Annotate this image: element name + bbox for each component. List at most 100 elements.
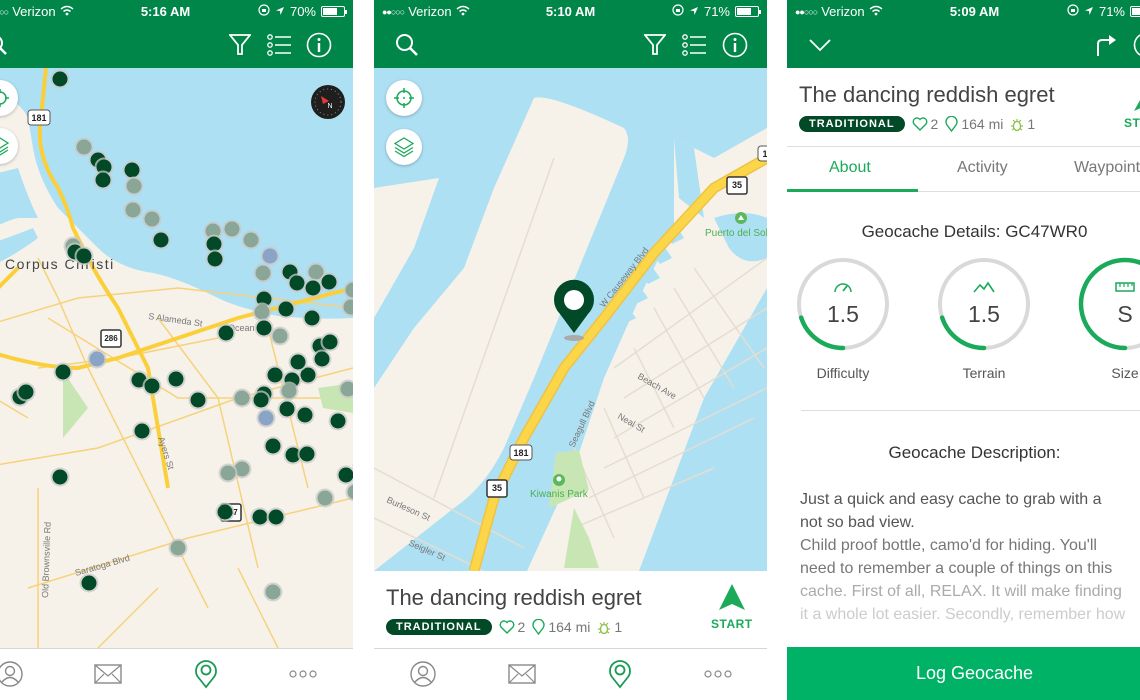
status-bar: ●●○○○ Verizon 5:16 AM 70% <box>0 0 353 22</box>
tab-more[interactable] <box>288 659 318 689</box>
info-button[interactable] <box>306 32 332 58</box>
locate-button[interactable] <box>386 80 422 116</box>
cache-marker[interactable] <box>276 299 296 319</box>
cache-marker[interactable] <box>50 69 70 89</box>
cache-marker[interactable] <box>260 246 280 266</box>
location-arrow-icon <box>275 4 285 19</box>
cache-marker[interactable] <box>151 230 171 250</box>
cache-marker[interactable] <box>256 408 276 428</box>
tab-map[interactable] <box>605 659 635 689</box>
cache-marker[interactable] <box>53 362 73 382</box>
cache-marker[interactable] <box>328 411 348 431</box>
info-button[interactable] <box>722 32 748 58</box>
cache-marker[interactable] <box>345 482 354 502</box>
cache-marker[interactable] <box>132 421 152 441</box>
cache-marker[interactable] <box>254 318 274 338</box>
cache-title[interactable]: The dancing reddish egret <box>386 585 642 611</box>
more-icon <box>289 670 317 678</box>
cache-marker[interactable] <box>166 369 186 389</box>
search-button[interactable] <box>0 32 10 58</box>
directions-button[interactable] <box>1093 32 1119 58</box>
terrain-value: 1.5 <box>968 301 1000 327</box>
filter-icon <box>644 34 666 55</box>
cache-marker[interactable] <box>87 349 107 369</box>
tab-messages[interactable] <box>93 659 123 689</box>
collapse-button[interactable] <box>807 32 833 58</box>
cache-marker[interactable] <box>266 507 286 527</box>
cache-marker[interactable] <box>74 246 94 266</box>
cache-marker[interactable] <box>188 390 208 410</box>
cache-marker[interactable] <box>302 308 322 328</box>
cache-marker[interactable] <box>74 137 94 157</box>
info-button[interactable] <box>1133 32 1140 58</box>
cache-marker[interactable] <box>288 352 308 372</box>
tab-more[interactable] <box>703 659 733 689</box>
cache-marker[interactable] <box>168 538 188 558</box>
cache-marker[interactable] <box>122 160 142 180</box>
compass-icon[interactable]: N <box>311 85 345 119</box>
cache-marker[interactable] <box>124 176 144 196</box>
mail-icon <box>94 664 122 684</box>
list-button[interactable] <box>681 32 707 58</box>
search-button[interactable] <box>394 32 420 58</box>
cache-marker[interactable] <box>16 382 36 402</box>
tab-messages[interactable] <box>507 659 537 689</box>
map-view[interactable]: W Causeway Blvd Beach Ave Neal St Seagul… <box>374 68 767 571</box>
cache-marker[interactable] <box>312 349 332 369</box>
highway-shield: 181 <box>27 109 51 126</box>
start-button[interactable]: START <box>711 583 753 631</box>
cache-marker[interactable] <box>252 302 272 322</box>
cache-marker[interactable] <box>265 365 285 385</box>
tab-profile[interactable] <box>0 659 25 689</box>
cache-marker[interactable] <box>79 573 99 593</box>
cache-card[interactable]: The dancing reddish egret TRADITIONAL 2 … <box>374 571 767 648</box>
tab-waypoints[interactable]: Waypoints <box>1074 159 1140 177</box>
cache-marker[interactable] <box>216 323 236 343</box>
cache-marker[interactable] <box>93 170 113 190</box>
cache-marker[interactable] <box>315 488 335 508</box>
tab-map[interactable] <box>191 659 221 689</box>
cache-marker[interactable] <box>319 272 339 292</box>
tab-about[interactable]: About <box>829 159 871 177</box>
cache-marker[interactable] <box>263 582 283 602</box>
cache-marker[interactable] <box>142 209 162 229</box>
cache-marker[interactable] <box>123 200 143 220</box>
battery-percent: 70% <box>289 4 316 19</box>
cache-marker[interactable] <box>277 399 297 419</box>
cache-marker[interactable] <box>336 465 354 485</box>
cache-marker[interactable] <box>218 463 238 483</box>
svg-text:Kiwanis Park: Kiwanis Park <box>530 489 589 500</box>
cache-marker[interactable] <box>320 332 340 352</box>
tab-activity[interactable]: Activity <box>957 159 1008 177</box>
start-button[interactable]: START <box>1124 90 1140 130</box>
layers-button[interactable] <box>386 129 422 165</box>
map-view[interactable]: Corpus Christi S Alameda St Ocean Dr Aye… <box>0 68 353 648</box>
cache-marker[interactable] <box>232 388 252 408</box>
cache-marker[interactable] <box>297 444 317 464</box>
map-canvas[interactable]: W Causeway Blvd Beach Ave Neal St Seagul… <box>374 68 767 571</box>
cache-marker[interactable] <box>279 381 299 401</box>
filter-button[interactable] <box>642 32 668 58</box>
svg-text:1: 1 <box>762 149 767 159</box>
map-canvas[interactable]: Corpus Christi S Alameda St Ocean Dr Aye… <box>0 68 353 648</box>
cache-marker[interactable] <box>253 263 273 283</box>
cache-marker[interactable] <box>222 219 242 239</box>
cache-marker[interactable] <box>142 376 162 396</box>
trackables: 1 <box>1010 116 1035 132</box>
active-tab-indicator <box>787 189 918 192</box>
cache-marker[interactable] <box>205 249 225 269</box>
cache-marker[interactable] <box>50 467 70 487</box>
cache-marker[interactable] <box>295 405 315 425</box>
list-button[interactable] <box>266 32 292 58</box>
cache-marker[interactable] <box>241 230 261 250</box>
cache-marker[interactable] <box>263 436 283 456</box>
log-geocache-button[interactable]: Log Geocache <box>787 647 1140 700</box>
filter-button[interactable] <box>227 32 253 58</box>
tab-profile[interactable] <box>408 659 438 689</box>
nav-bar <box>787 22 1140 68</box>
cache-marker[interactable] <box>251 390 271 410</box>
cache-marker[interactable] <box>215 502 235 522</box>
profile-icon <box>0 661 23 687</box>
nav-bar <box>374 22 767 68</box>
location-arrow-icon <box>689 4 699 19</box>
